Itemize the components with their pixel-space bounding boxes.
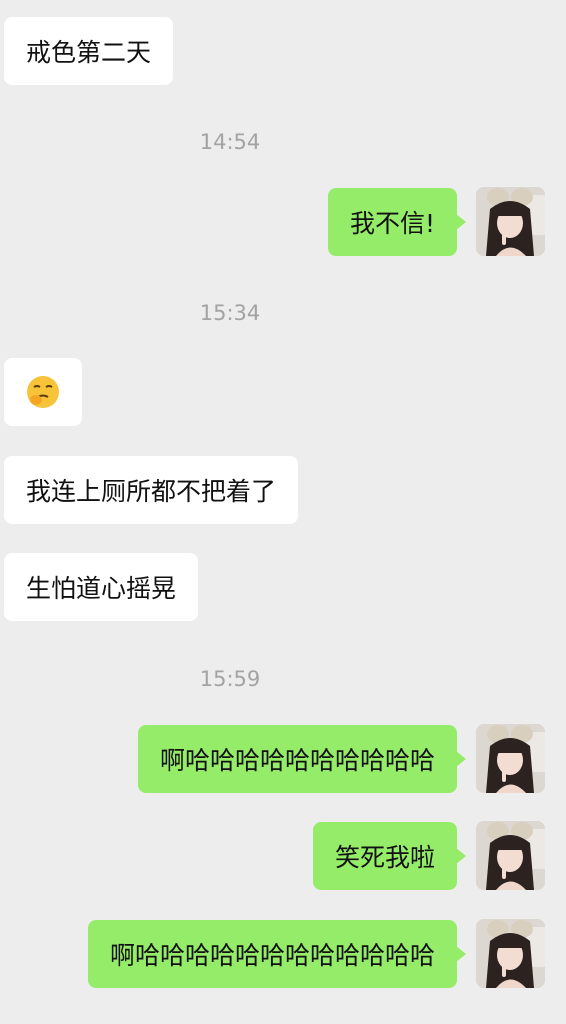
incoming-emoji-message[interactable]: [4, 358, 82, 426]
outgoing-message[interactable]: 我不信!: [327, 188, 467, 256]
user-avatar[interactable]: [476, 821, 545, 890]
timestamp: 15:59: [199, 667, 261, 691]
incoming-message[interactable]: 戒色第二天: [4, 17, 174, 85]
face-with-hand-over-mouth-icon: [27, 376, 59, 408]
message-text: 我不信!: [349, 209, 435, 238]
message-text: 笑死我啦: [334, 843, 435, 872]
message-text: 啊哈哈哈哈哈哈哈哈哈哈哈哈: [109, 941, 435, 970]
outgoing-message[interactable]: 啊哈哈哈哈哈哈哈哈哈哈哈哈: [87, 920, 467, 988]
user-avatar[interactable]: [476, 187, 545, 256]
message-text: 生怕道心摇晃: [26, 574, 177, 603]
outgoing-message[interactable]: 笑死我啦: [312, 822, 467, 890]
outgoing-message[interactable]: 啊哈哈哈哈哈哈哈哈哈哈: [137, 725, 467, 793]
timestamp: 14:54: [199, 130, 261, 154]
message-text: 戒色第二天: [26, 38, 152, 67]
incoming-message[interactable]: 生怕道心摇晃: [4, 553, 199, 621]
user-avatar[interactable]: [476, 919, 545, 988]
message-text: 我连上厕所都不把着了: [26, 477, 277, 506]
avatar-image: [476, 724, 545, 793]
avatar-image: [476, 821, 545, 890]
incoming-message[interactable]: 我连上厕所都不把着了: [4, 456, 299, 524]
timestamp: 15:34: [199, 301, 261, 325]
avatar-image: [476, 187, 545, 256]
avatar-image: [476, 919, 545, 988]
user-avatar[interactable]: [476, 724, 545, 793]
message-text: 啊哈哈哈哈哈哈哈哈哈哈: [159, 746, 435, 775]
